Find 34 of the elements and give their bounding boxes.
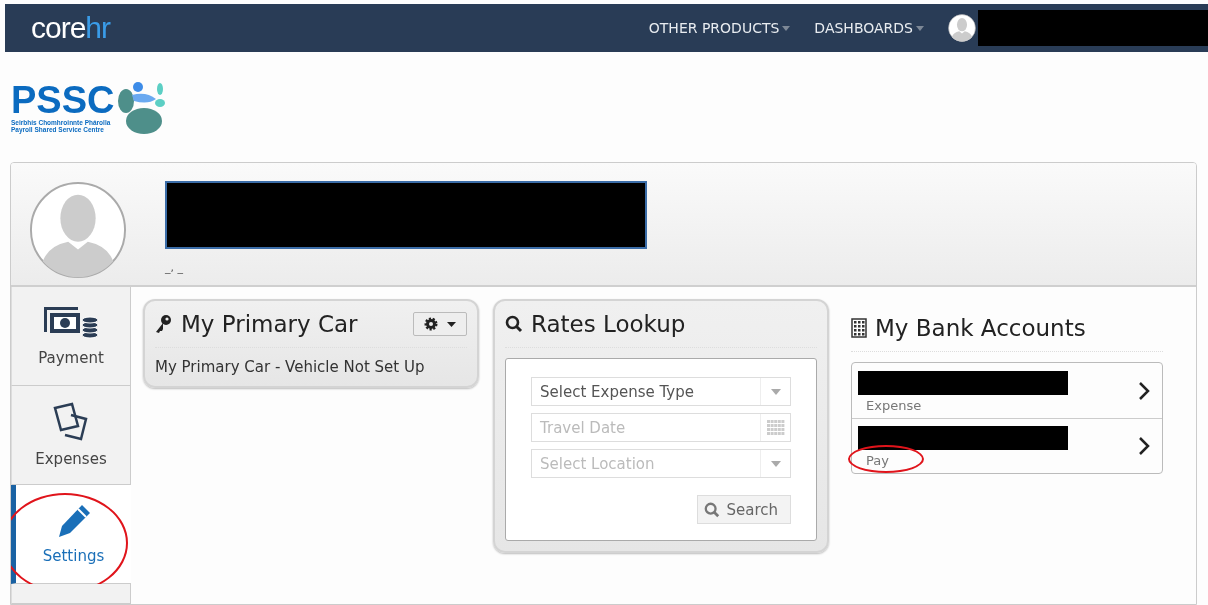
building-icon <box>851 318 867 338</box>
chevron-right-icon <box>1138 436 1150 456</box>
settings-dropdown-button[interactable] <box>413 312 467 336</box>
corehr-logo[interactable]: corehr <box>31 11 111 45</box>
money-icon <box>42 305 100 341</box>
chevron-right-icon <box>1138 380 1150 401</box>
panel-title: Rates Lookup <box>531 311 686 337</box>
search-button[interactable]: Search <box>697 495 791 524</box>
sidebar-tab[interactable]: Settings <box>11 485 131 584</box>
nav-menu[interactable]: DASHBOARDS <box>814 20 924 36</box>
account-type: Expense <box>866 397 923 413</box>
caret-icon <box>782 25 791 31</box>
select-field[interactable]: Select Expense Type <box>531 377 791 406</box>
avatar-icon <box>948 14 976 42</box>
bank-account-item[interactable]: Pay <box>852 418 1162 473</box>
sidebar-tab[interactable]: Payment <box>11 287 131 386</box>
key-icon <box>155 314 173 334</box>
search-icon <box>505 315 523 333</box>
dropdown-caret-icon <box>770 460 781 467</box>
profile-subtitle: _, _ <box>165 261 184 274</box>
vehicle-status-text: My Primary Car - Vehicle Not Set Up <box>155 358 426 376</box>
calendar-icon <box>766 419 785 436</box>
caret-icon <box>916 25 924 31</box>
search-icon <box>704 501 721 518</box>
bank-account-item[interactable]: Expense <box>852 363 1162 418</box>
panel-title: My Primary Car <box>181 311 358 337</box>
dropdown-caret-icon <box>770 388 781 395</box>
panel-title: My Bank Accounts <box>875 315 1086 341</box>
nav-menu[interactable]: OTHER PRODUCTS <box>648 20 791 36</box>
caret-icon <box>446 321 456 327</box>
account-type: Pay <box>866 453 890 468</box>
avatar-icon <box>29 181 127 279</box>
settings-icon <box>424 317 439 331</box>
sidebar-tab[interactable]: Expenses <box>11 386 131 485</box>
